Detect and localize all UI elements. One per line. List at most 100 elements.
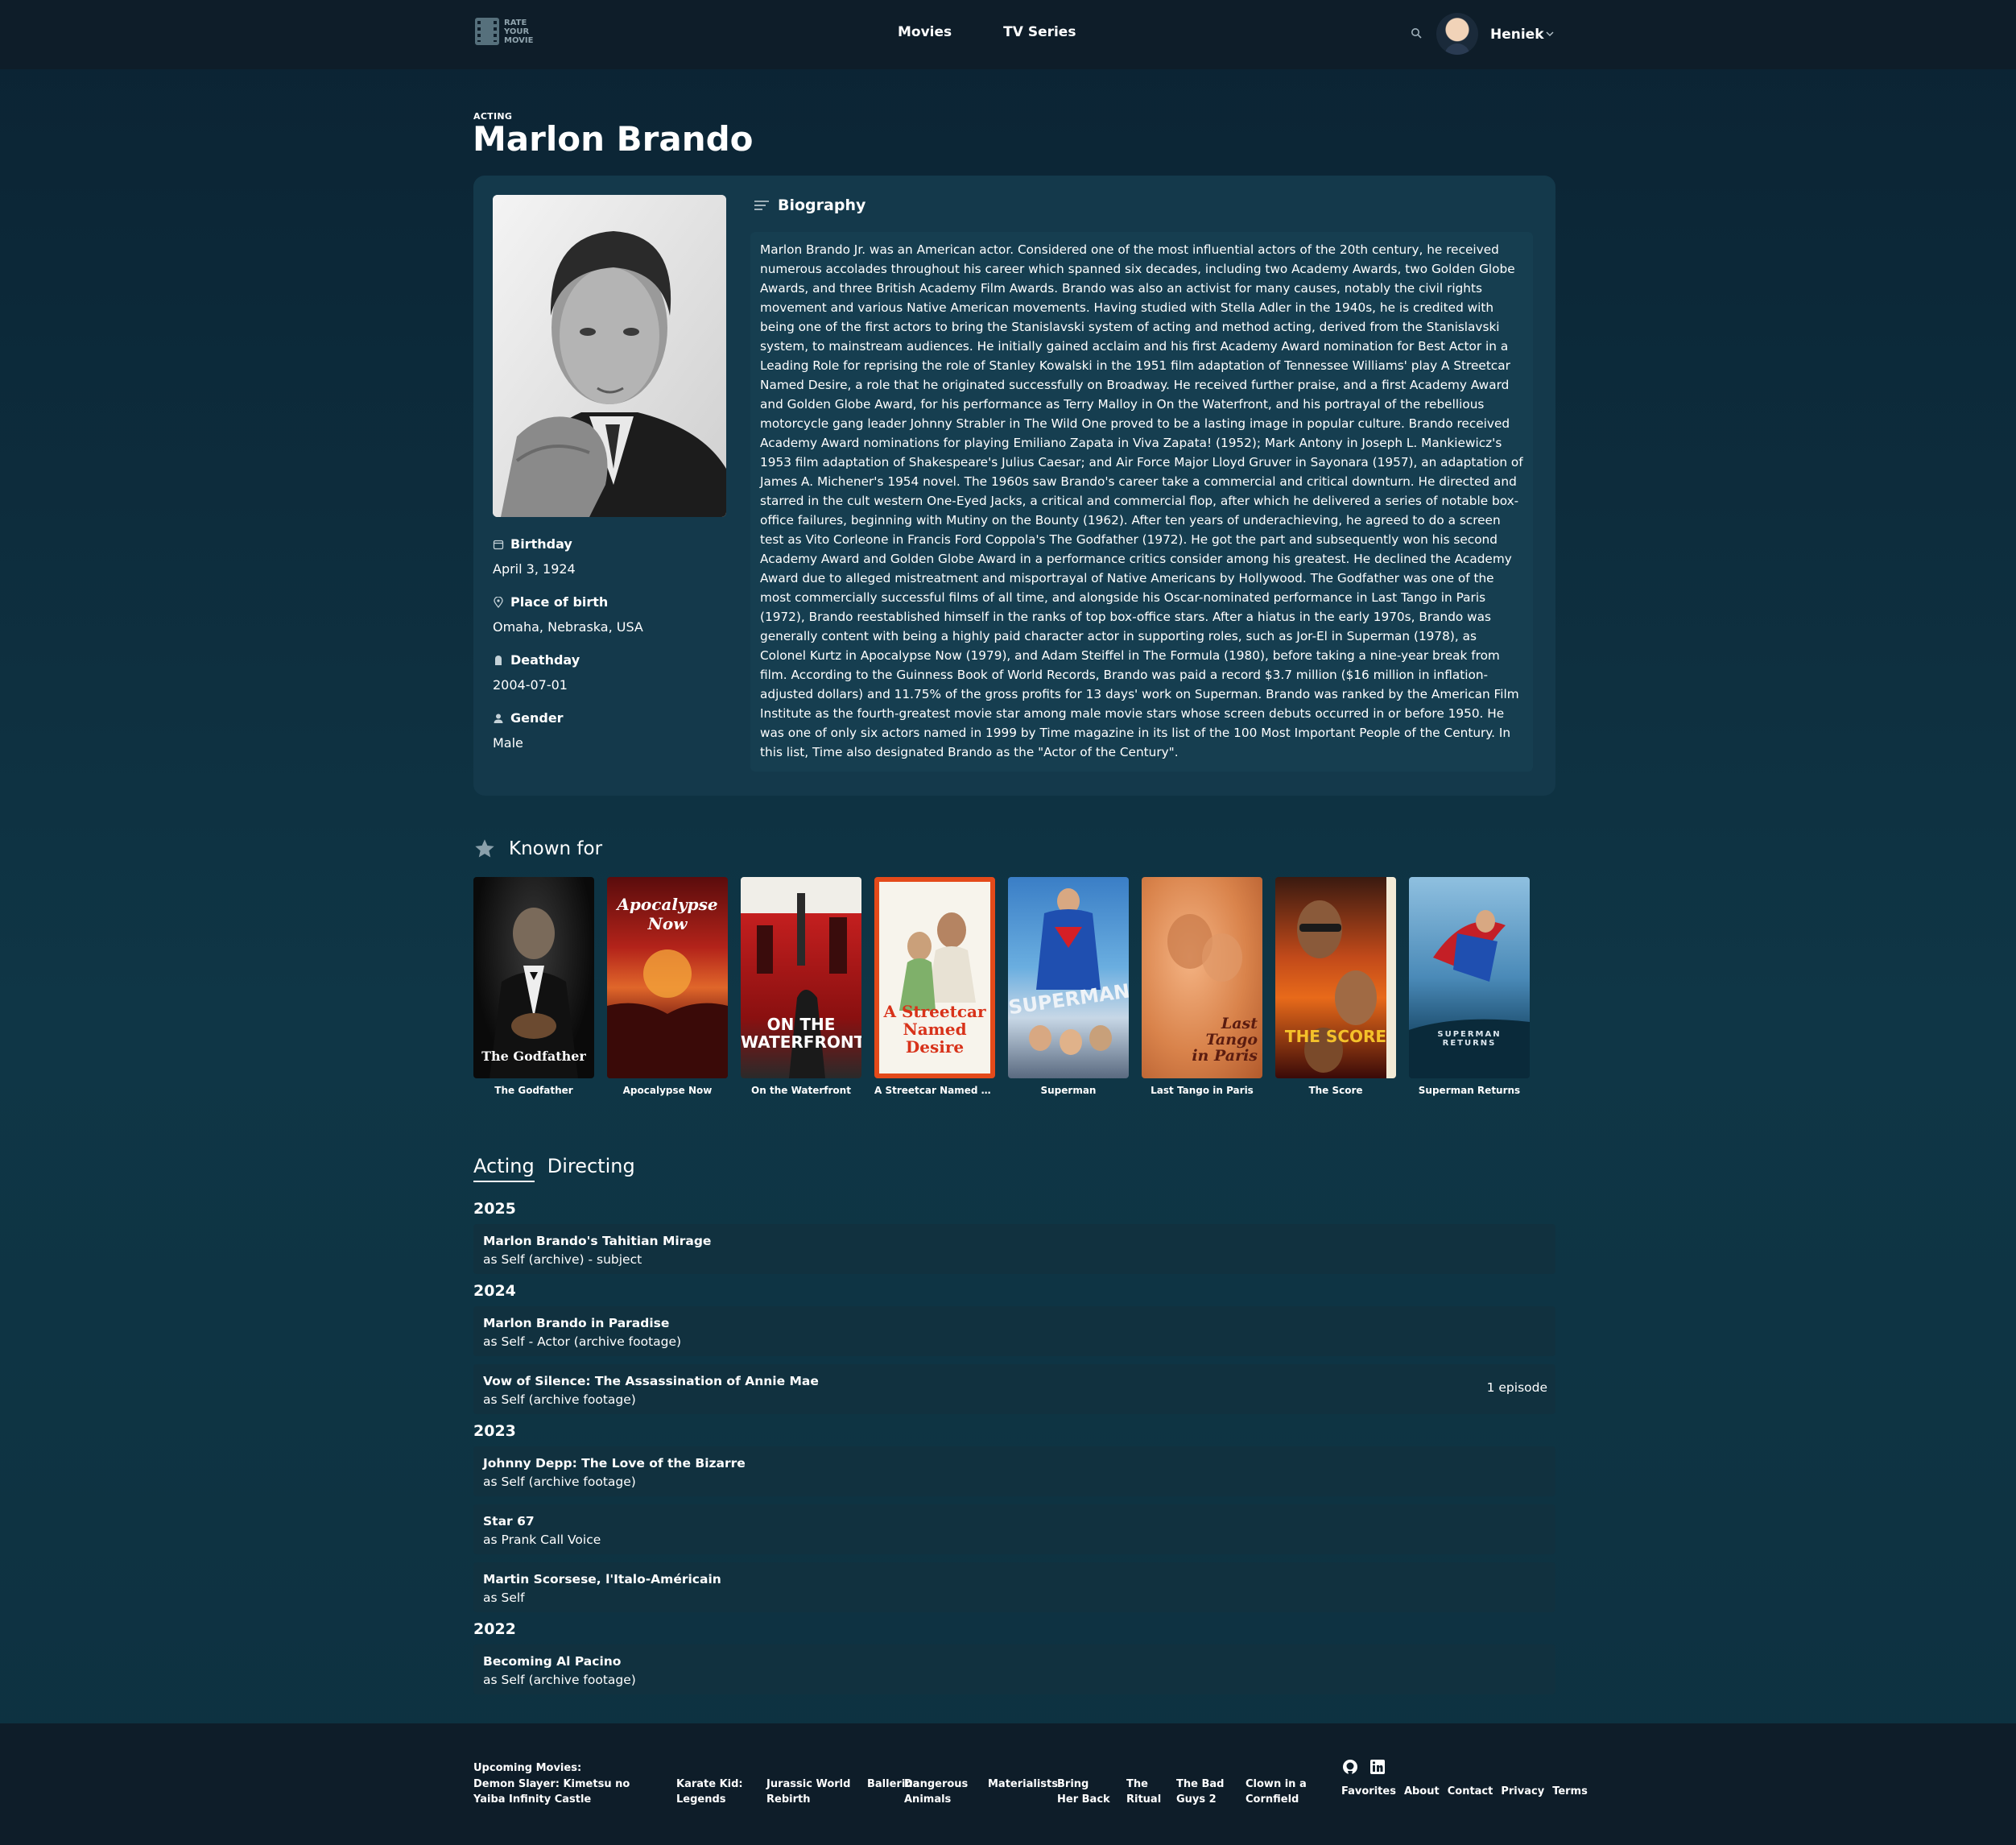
poster-the-score[interactable]: THE SCORE	[1275, 877, 1396, 1078]
known-for-title: Known for	[509, 838, 603, 859]
credit-role: as Self (archive footage)	[483, 1392, 636, 1407]
top-navbar: RATE YOUR MOVIE Movies TV Series Heniek	[0, 0, 2016, 69]
footer-link-terms[interactable]: Terms	[1552, 1785, 1588, 1797]
known-for-list: The Godfather The Godfather Apocalypse N…	[473, 877, 1530, 1096]
credit-title[interactable]: Becoming Al Pacino	[483, 1654, 1546, 1669]
movie-title[interactable]: Last Tango in Paris	[1142, 1085, 1262, 1096]
tab-acting[interactable]: Acting	[473, 1155, 535, 1182]
upcoming-link[interactable]: Clown in a Cornfield	[1246, 1777, 1307, 1807]
fact-value: Male	[493, 735, 523, 751]
user-name[interactable]: Heniek	[1490, 27, 1544, 43]
credit-row[interactable]: Johnny Depp: The Love of the Bizarre as …	[473, 1446, 1555, 1496]
footer-link-privacy[interactable]: Privacy	[1501, 1785, 1544, 1797]
avatar[interactable]	[1436, 13, 1478, 55]
upcoming-link[interactable]: Dangerous Animals	[904, 1777, 972, 1807]
poster-superman[interactable]: SUPERMAN	[1008, 877, 1129, 1078]
person-portrait	[493, 195, 726, 517]
tab-directing[interactable]: Directing	[547, 1155, 635, 1182]
footer-links: Favorites About Contact Privacy Terms	[1341, 1785, 1588, 1797]
credit-row[interactable]: Martin Scorsese, l'Italo-Américain as Se…	[473, 1562, 1555, 1612]
linkedin-icon[interactable]	[1369, 1759, 1386, 1775]
upcoming-link[interactable]: The Bad Guys 2	[1176, 1777, 1229, 1807]
credit-title[interactable]: Star 67	[483, 1514, 1546, 1529]
known-for-item[interactable]: SUPERMAN RETURNS Superman Returns	[1409, 877, 1530, 1096]
fact-label: Deathday	[510, 652, 580, 668]
poster-on-the-waterfront[interactable]: ON THE WATERFRONT	[741, 877, 861, 1078]
movie-title[interactable]: A Streetcar Named Des...	[874, 1085, 995, 1096]
credit-row[interactable]: Becoming Al Pacino as Self (archive foot…	[473, 1644, 1555, 1694]
credit-role: as Self (archive footage)	[483, 1475, 636, 1489]
poster-the-godfather[interactable]: The Godfather	[473, 877, 594, 1078]
upcoming-link[interactable]: Ballerina	[867, 1777, 919, 1807]
known-for-item[interactable]: Last Tango in Paris Last Tango in Paris	[1142, 877, 1262, 1096]
film-strip-icon	[475, 18, 499, 45]
search-icon[interactable]	[1411, 27, 1422, 39]
poster-apocalypse-now[interactable]: Apocalypse Now	[607, 877, 728, 1078]
chevron-down-icon[interactable]	[1545, 29, 1555, 39]
star-icon	[475, 839, 494, 858]
movie-title[interactable]: Superman Returns	[1409, 1085, 1530, 1096]
text-lines-icon	[754, 201, 769, 210]
known-for-item[interactable]: Apocalypse Now Apocalypse Now	[607, 877, 728, 1096]
poster-text: THE SCORE	[1284, 1027, 1387, 1046]
poster-text: A Streetcar Named Desire	[883, 1002, 986, 1057]
credit-role: as Prank Call Voice	[483, 1533, 601, 1547]
known-for-item[interactable]: SUPERMAN Superman	[1008, 877, 1129, 1096]
upcoming-link[interactable]: Demon Slayer: Kimetsu no Yaiba Infinity …	[473, 1777, 660, 1807]
person-details-card: Birthday April 3, 1924 Place of birth Om…	[473, 176, 1555, 796]
known-for-item[interactable]: A Streetcar Named Desire A Streetcar Nam…	[874, 877, 995, 1096]
calendar-icon	[493, 540, 504, 549]
known-for-item[interactable]: The Godfather The Godfather	[473, 877, 594, 1096]
poster-a-streetcar-named-desire[interactable]: A Streetcar Named Desire	[874, 877, 995, 1078]
year-heading: 2025	[473, 1200, 516, 1218]
fact-value: April 3, 1924	[493, 561, 576, 577]
poster-text: Apocalypse Now	[617, 895, 718, 933]
movie-title[interactable]: Apocalypse Now	[607, 1085, 728, 1096]
upcoming-list: Demon Slayer: Kimetsu no Yaiba Infinity …	[473, 1777, 1323, 1807]
biography-box: Marlon Brando Jr. was an American actor.…	[750, 232, 1533, 772]
fact-value: 2004-07-01	[493, 677, 568, 693]
fact-label: Place of birth	[510, 594, 609, 610]
biography-text: Marlon Brando Jr. was an American actor.…	[760, 242, 1523, 759]
credit-title[interactable]: Martin Scorsese, l'Italo-Américain	[483, 1572, 1546, 1586]
movie-title[interactable]: Superman	[1008, 1085, 1129, 1096]
known-for-item[interactable]: ON THE WATERFRONT On the Waterfront	[741, 877, 861, 1096]
poster-text: The Godfather	[481, 1049, 586, 1064]
credit-title[interactable]: Johnny Depp: The Love of the Bizarre	[483, 1456, 1546, 1471]
main-nav: Movies TV Series	[898, 24, 1076, 40]
footer-link-favorites[interactable]: Favorites	[1341, 1785, 1396, 1797]
credit-title[interactable]: Vow of Silence: The Assassination of Ann…	[483, 1374, 1546, 1388]
site-logo[interactable]: RATE YOUR MOVIE	[475, 18, 536, 45]
poster-superman-returns[interactable]: SUPERMAN RETURNS	[1409, 877, 1530, 1078]
upcoming-link[interactable]: Bring Her Back	[1057, 1777, 1110, 1807]
poster-text: Last Tango in Paris	[1192, 1015, 1258, 1065]
known-for-item[interactable]: THE SCORE The Score	[1275, 877, 1396, 1096]
biography-title: Biography	[778, 196, 866, 214]
upcoming-link[interactable]: Materialists	[988, 1777, 1058, 1807]
year-heading: 2022	[473, 1620, 516, 1638]
github-icon[interactable]	[1342, 1759, 1358, 1775]
movie-title[interactable]: The Score	[1275, 1085, 1396, 1096]
credit-row[interactable]: Marlon Brando's Tahitian Mirage as Self …	[473, 1224, 1555, 1274]
poster-last-tango-in-paris[interactable]: Last Tango in Paris	[1142, 877, 1262, 1078]
upcoming-link[interactable]: The Ritual	[1126, 1777, 1161, 1807]
upcoming-link[interactable]: Jurassic World Rebirth	[766, 1777, 851, 1807]
credit-row[interactable]: Marlon Brando in Paradise as Self - Acto…	[473, 1306, 1555, 1356]
fact-value: Omaha, Nebraska, USA	[493, 619, 643, 635]
nav-link-tv-series[interactable]: TV Series	[1003, 24, 1076, 40]
movie-title[interactable]: The Godfather	[473, 1085, 594, 1096]
footer-link-about[interactable]: About	[1404, 1785, 1440, 1797]
credit-title[interactable]: Marlon Brando's Tahitian Mirage	[483, 1234, 1546, 1248]
credit-role: as Self	[483, 1591, 525, 1605]
person-facts: Birthday April 3, 1924 Place of birth Om…	[493, 536, 726, 768]
credit-title[interactable]: Marlon Brando in Paradise	[483, 1316, 1546, 1330]
nav-link-movies[interactable]: Movies	[898, 24, 952, 40]
upcoming-link[interactable]: Karate Kid: Legends	[676, 1777, 750, 1807]
footer-link-contact[interactable]: Contact	[1448, 1785, 1493, 1797]
location-pin-icon	[494, 596, 503, 608]
credit-row[interactable]: Vow of Silence: The Assassination of Ann…	[473, 1364, 1555, 1414]
upcoming-label: Upcoming Movies:	[473, 1762, 582, 1774]
page-title: Marlon Brando	[473, 119, 754, 159]
credit-row[interactable]: Star 67 as Prank Call Voice	[473, 1504, 1555, 1554]
movie-title[interactable]: On the Waterfront	[741, 1085, 861, 1096]
